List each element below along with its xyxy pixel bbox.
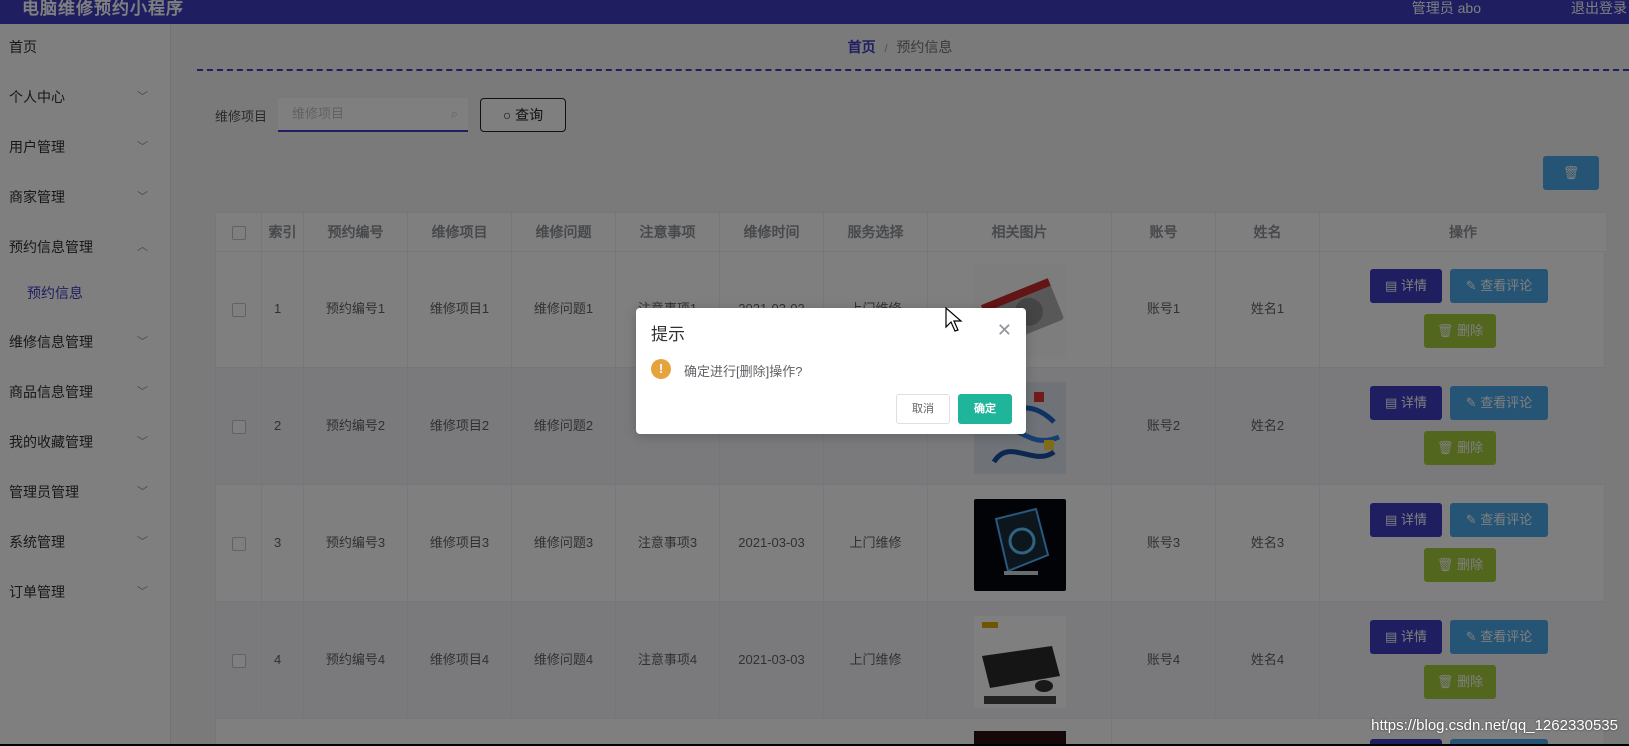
app-root: 电脑维修预约小程序 管理员 abo 退出登录 首页 个人中心 ﹀ 用户管理 ﹀ … — [0, 0, 1629, 746]
confirm-button[interactable]: 确定 — [958, 394, 1012, 424]
watermark: https://blog.csdn.net/qq_1262330535 — [1371, 717, 1618, 734]
warning-icon: ! — [651, 359, 671, 379]
cancel-button[interactable]: 取消 — [896, 394, 950, 424]
close-icon[interactable]: ✕ — [997, 320, 1012, 341]
dialog-title: 提示 — [651, 325, 685, 344]
confirm-dialog: 提示 ✕ ! 确定进行[删除]操作? 取消 确定 — [636, 308, 1026, 434]
mouse-cursor-icon — [945, 307, 963, 332]
dialog-message: 确定进行[删除]操作? — [684, 364, 803, 379]
